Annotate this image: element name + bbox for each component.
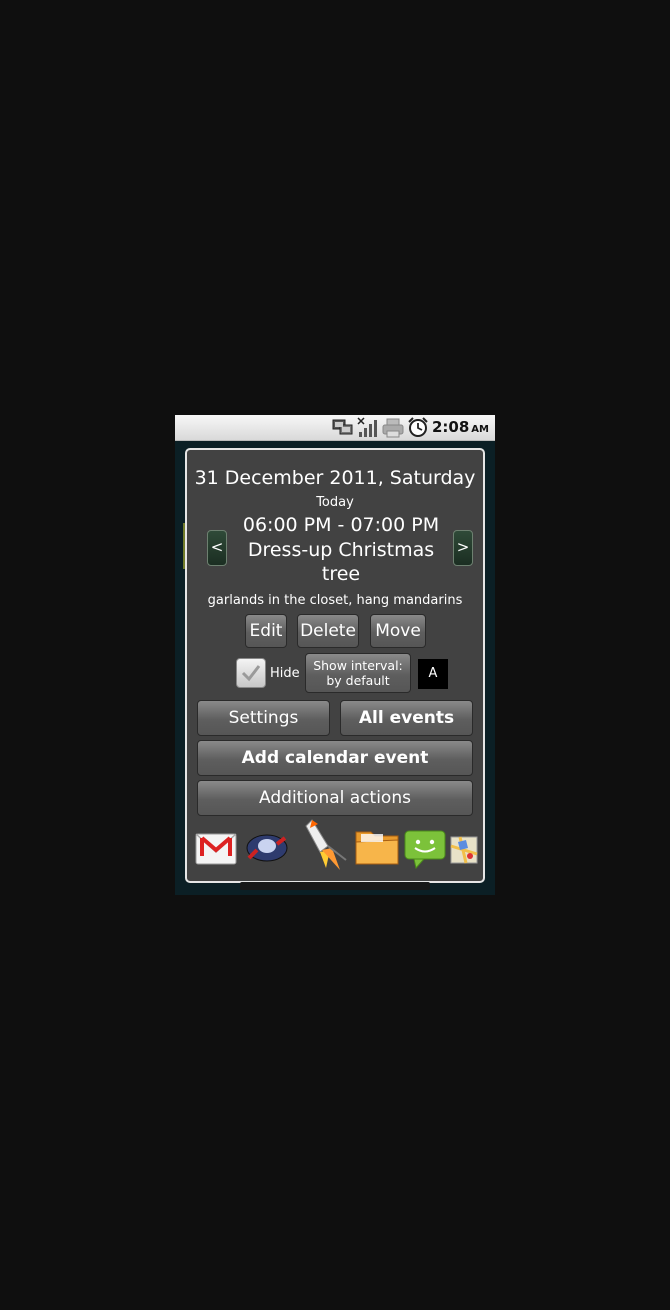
edit-button[interactable]: Edit (245, 614, 287, 648)
rocket-launch-icon[interactable] (300, 816, 350, 878)
clock: 2:08 AM (431, 418, 489, 436)
alarm-icon (407, 417, 429, 438)
event-title: Dress-up Christmas tree (247, 539, 435, 585)
gmail-icon[interactable] (195, 828, 237, 872)
event-description: garlands in the closet, hang mandarins (207, 593, 463, 608)
all-events-button[interactable]: All events (340, 700, 473, 736)
folder-icon[interactable] (353, 824, 401, 872)
signal-icon (357, 417, 379, 438)
app-shortcuts-row (195, 819, 479, 874)
interval-line-1: Show interval: (313, 658, 403, 673)
network-icon (332, 417, 354, 438)
checkmark-icon (241, 665, 261, 682)
printer-icon (382, 417, 404, 438)
event-dialog: 31 December 2011, Saturday Today < > 06:… (185, 448, 485, 883)
a-button[interactable]: A (418, 659, 448, 689)
delete-button[interactable]: Delete (297, 614, 359, 648)
interval-line-2: by default (326, 673, 390, 688)
today-label: Today (316, 495, 354, 510)
maps-icon[interactable] (450, 836, 478, 868)
show-interval-button[interactable]: Show interval: by default (305, 653, 411, 693)
add-calendar-event-button[interactable]: Add calendar event (197, 740, 473, 776)
dock-bar (240, 882, 430, 890)
previous-event-button[interactable]: < (207, 530, 227, 566)
rocket-ship-icon[interactable] (243, 828, 291, 872)
status-bar: 2:08 AM (175, 415, 495, 441)
phone-screen: 2:08 AM 31 December 2011, Saturday Today … (175, 415, 495, 895)
event-time: 06:00 PM - 07:00 PM (242, 514, 440, 536)
move-button[interactable]: Move (370, 614, 426, 648)
settings-button[interactable]: Settings (197, 700, 330, 736)
hide-label: Hide (270, 666, 300, 681)
messaging-icon[interactable] (404, 830, 446, 874)
hide-checkbox[interactable] (236, 658, 266, 688)
date-title: 31 December 2011, Saturday (194, 467, 476, 489)
additional-actions-button[interactable]: Additional actions (197, 780, 473, 816)
next-event-button[interactable]: > (453, 530, 473, 566)
